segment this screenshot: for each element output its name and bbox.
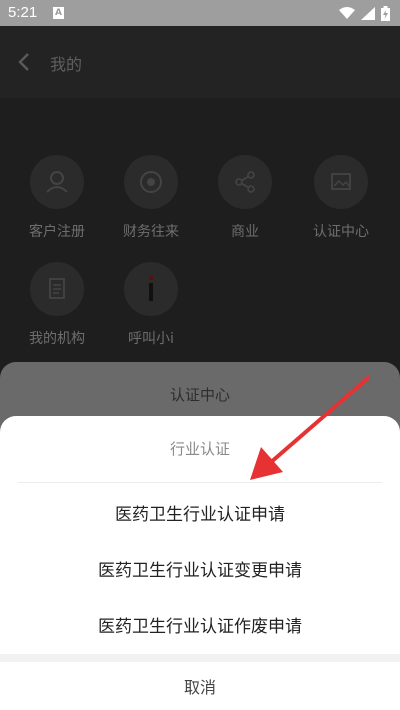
signal-icon — [361, 7, 375, 20]
grid-item-call-xiaoi[interactable]: 呼叫小i — [106, 262, 196, 348]
option-auth-apply[interactable]: 医药卫生行业认证申请 — [0, 500, 400, 525]
grid-item-customer-register[interactable]: 客户注册 — [12, 155, 102, 241]
sheet-header: 行业认证 — [169, 440, 230, 458]
status-bar: 5:21 A — [0, 0, 400, 26]
back-arrow-icon[interactable] — [16, 52, 32, 72]
grid-item-label: 认证中心 — [313, 224, 369, 240]
sheet-divider — [18, 482, 382, 483]
option-auth-change-apply[interactable]: 医药卫生行业认证变更申请 — [0, 556, 400, 581]
grid-item-label: 财务往来 — [123, 224, 179, 240]
notification-a-icon: A — [53, 7, 64, 19]
grid-item-label: 客户注册 — [29, 224, 85, 240]
share-icon — [218, 155, 272, 209]
finance-icon — [124, 155, 178, 209]
grid-item-label: 我的机构 — [29, 331, 85, 347]
document-icon — [30, 262, 84, 316]
grid-item-label: 商业 — [231, 224, 259, 240]
industry-auth-sheet: 行业认证 医药卫生行业认证申请 医药卫生行业认证变更申请 医药卫生行业认证作废申… — [0, 416, 400, 710]
grid-item-my-institution[interactable]: 我的机构 — [12, 262, 102, 348]
option-auth-cancel-apply[interactable]: 医药卫生行业认证作废申请 — [0, 612, 400, 637]
grid-item-business[interactable]: 商业 — [200, 155, 290, 241]
cancel-button[interactable]: 取消 — [0, 674, 400, 698]
info-i-icon — [124, 262, 178, 316]
battery-icon — [381, 6, 390, 21]
grid-item-finance[interactable]: 财务往来 — [106, 155, 196, 241]
image-icon — [314, 155, 368, 209]
status-time: 5:21 — [8, 4, 38, 21]
person-icon — [30, 155, 84, 209]
grid-item-auth-center[interactable]: 认证中心 — [296, 155, 386, 241]
page-title: 我的 — [50, 55, 83, 74]
sheet-gap — [0, 654, 400, 662]
auth-center-sheet-title: 认证中心 — [169, 386, 230, 404]
wifi-icon — [339, 7, 355, 19]
grid-item-label: 呼叫小i — [128, 331, 174, 347]
